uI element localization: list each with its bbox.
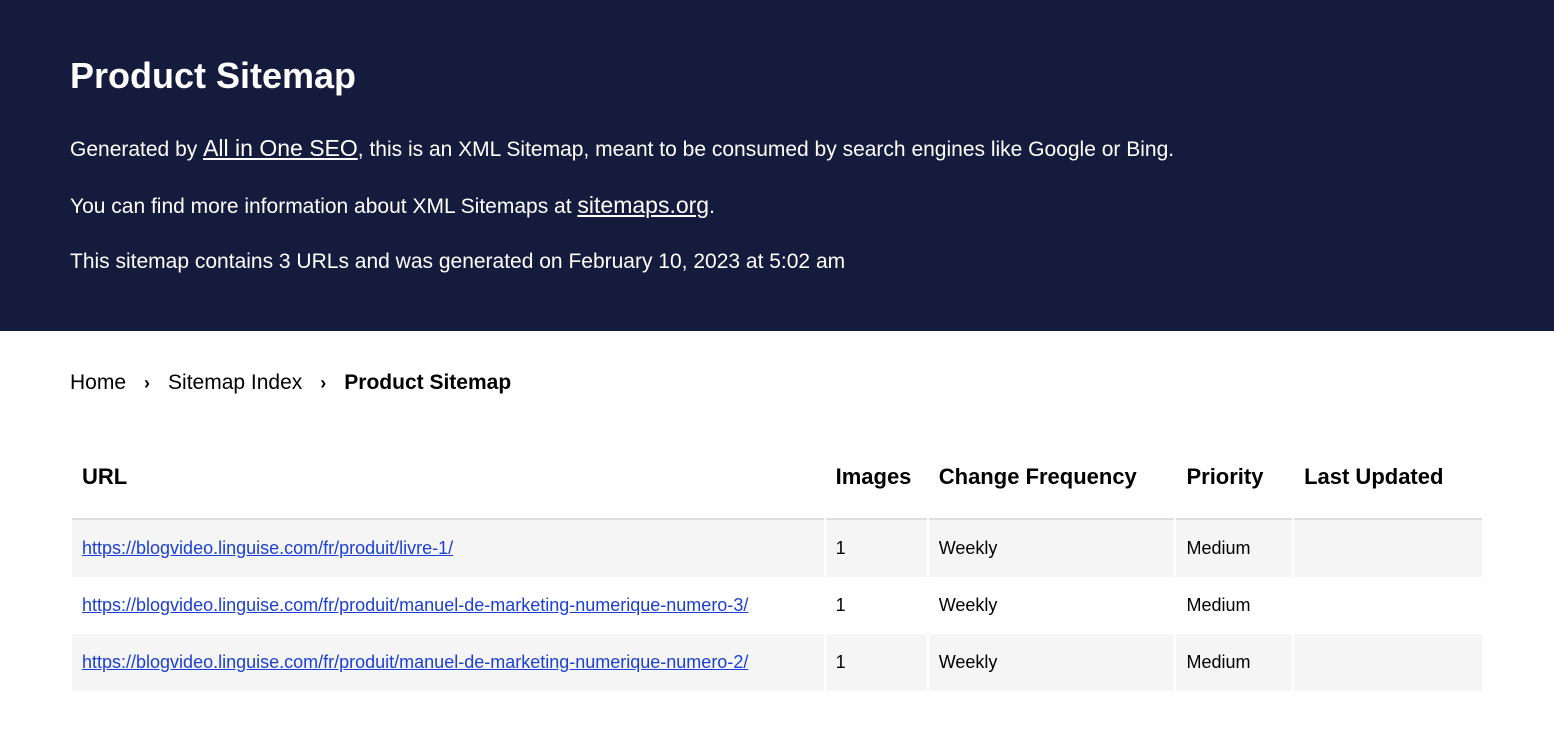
- chevron-right-icon: ›: [320, 373, 326, 394]
- header-line-3: This sitemap contains 3 URLs and was gen…: [70, 247, 1484, 276]
- breadcrumb-sitemap-index[interactable]: Sitemap Index: [168, 371, 302, 395]
- cell-updated: [1294, 520, 1482, 577]
- cell-priority: Medium: [1176, 577, 1292, 634]
- table-row: https://blogvideo.linguise.com/fr/produi…: [72, 520, 1482, 577]
- col-header-url: URL: [72, 450, 824, 520]
- url-link[interactable]: https://blogvideo.linguise.com/fr/produi…: [82, 538, 453, 558]
- cell-priority: Medium: [1176, 634, 1292, 691]
- cell-priority: Medium: [1176, 520, 1292, 577]
- header-line-1-suffix: , this is an XML Sitemap, meant to be co…: [358, 138, 1174, 161]
- header-line-2: You can find more information about XML …: [70, 189, 1484, 221]
- breadcrumb-current: Product Sitemap: [344, 371, 511, 395]
- cell-images: 1: [826, 634, 927, 691]
- col-header-images: Images: [826, 450, 927, 520]
- sitemaps-org-link[interactable]: sitemaps.org: [577, 192, 709, 218]
- cell-updated: [1294, 577, 1482, 634]
- cell-freq: Weekly: [929, 634, 1175, 691]
- cell-url: https://blogvideo.linguise.com/fr/produi…: [72, 577, 824, 634]
- cell-images: 1: [826, 520, 927, 577]
- header-line-1: Generated by All in One SEO, this is an …: [70, 132, 1484, 164]
- cell-freq: Weekly: [929, 520, 1175, 577]
- page-title: Product Sitemap: [70, 55, 1484, 97]
- header-line-1-prefix: Generated by: [70, 138, 203, 161]
- cell-url: https://blogvideo.linguise.com/fr/produi…: [72, 520, 824, 577]
- table-row: https://blogvideo.linguise.com/fr/produi…: [72, 577, 1482, 634]
- header-line-2-suffix: .: [709, 195, 715, 218]
- table-row: https://blogvideo.linguise.com/fr/produi…: [72, 634, 1482, 691]
- breadcrumb: Home › Sitemap Index › Product Sitemap: [70, 371, 1484, 395]
- header-line-2-prefix: You can find more information about XML …: [70, 195, 577, 218]
- cell-url: https://blogvideo.linguise.com/fr/produi…: [72, 634, 824, 691]
- page-header: Product Sitemap Generated by All in One …: [0, 0, 1554, 331]
- col-header-updated: Last Updated: [1294, 450, 1482, 520]
- cell-freq: Weekly: [929, 577, 1175, 634]
- sitemap-table: URL Images Change Frequency Priority Las…: [70, 450, 1484, 691]
- col-header-priority: Priority: [1176, 450, 1292, 520]
- url-link[interactable]: https://blogvideo.linguise.com/fr/produi…: [82, 595, 748, 615]
- table-header-row: URL Images Change Frequency Priority Las…: [72, 450, 1482, 520]
- aioseo-link[interactable]: All in One SEO: [203, 135, 358, 161]
- cell-images: 1: [826, 577, 927, 634]
- chevron-right-icon: ›: [144, 373, 150, 394]
- col-header-freq: Change Frequency: [929, 450, 1175, 520]
- cell-updated: [1294, 634, 1482, 691]
- page-content: Home › Sitemap Index › Product Sitemap U…: [0, 331, 1554, 731]
- breadcrumb-home[interactable]: Home: [70, 371, 126, 395]
- url-link[interactable]: https://blogvideo.linguise.com/fr/produi…: [82, 652, 748, 672]
